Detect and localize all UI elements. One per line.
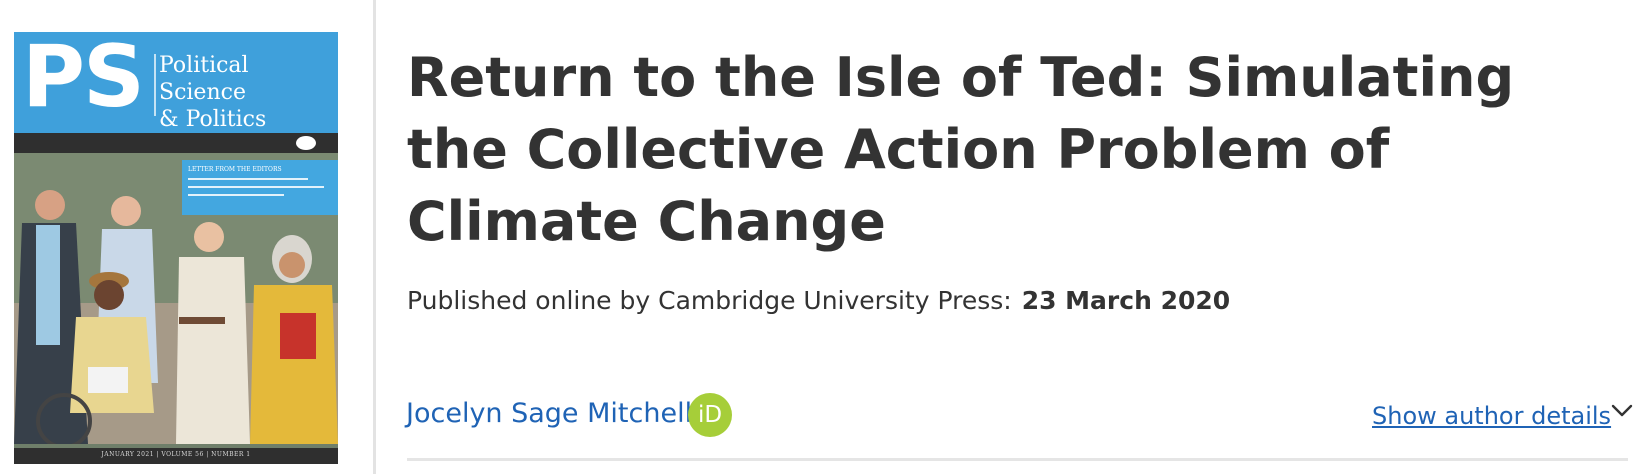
chevron-down-icon[interactable]	[1611, 403, 1633, 419]
publication-info: Published online by Cambridge University…	[407, 285, 1230, 317]
published-date: 23 March 2020	[1021, 286, 1231, 315]
cover-feature-line	[188, 194, 284, 196]
cover-footer: JANUARY 2021 | VOLUME 56 | NUMBER 1	[14, 448, 338, 464]
cover-logo: PS	[22, 32, 145, 127]
cover-journal-line1: Political Science	[159, 53, 249, 105]
show-author-details-link[interactable]: Show author details	[1372, 400, 1611, 432]
cover-feature-box: LETTER FROM THE EDITORS	[182, 160, 338, 215]
article-title: Return to the Isle of Ted: Simulating th…	[407, 46, 1515, 253]
author-link[interactable]: Jocelyn Sage Mitchell	[406, 396, 692, 432]
cover-feature-title: LETTER FROM THE EDITORS	[188, 166, 282, 173]
cover-header: PS Political Science & Politics	[14, 32, 338, 133]
cover-logo-divider	[154, 54, 156, 116]
published-label: Published online by Cambridge University…	[407, 286, 1012, 315]
journal-cover-image: PS Political Science & Politics LETTER F…	[14, 32, 338, 464]
cover-feature-line	[188, 186, 324, 188]
orcid-icon[interactable]: iD	[688, 393, 732, 437]
apsa-logo-icon	[296, 136, 316, 150]
cover-journal-name: Political Science & Politics	[159, 52, 338, 133]
vertical-divider	[373, 0, 376, 474]
cover-issue-info: JANUARY 2021 | VOLUME 56 | NUMBER 1	[101, 451, 251, 458]
cover-band	[14, 133, 338, 153]
cover-feature-line	[188, 178, 308, 180]
cover-journal-line2: & Politics	[159, 107, 267, 132]
section-rule	[407, 458, 1628, 461]
orcid-label: iD	[697, 402, 723, 428]
